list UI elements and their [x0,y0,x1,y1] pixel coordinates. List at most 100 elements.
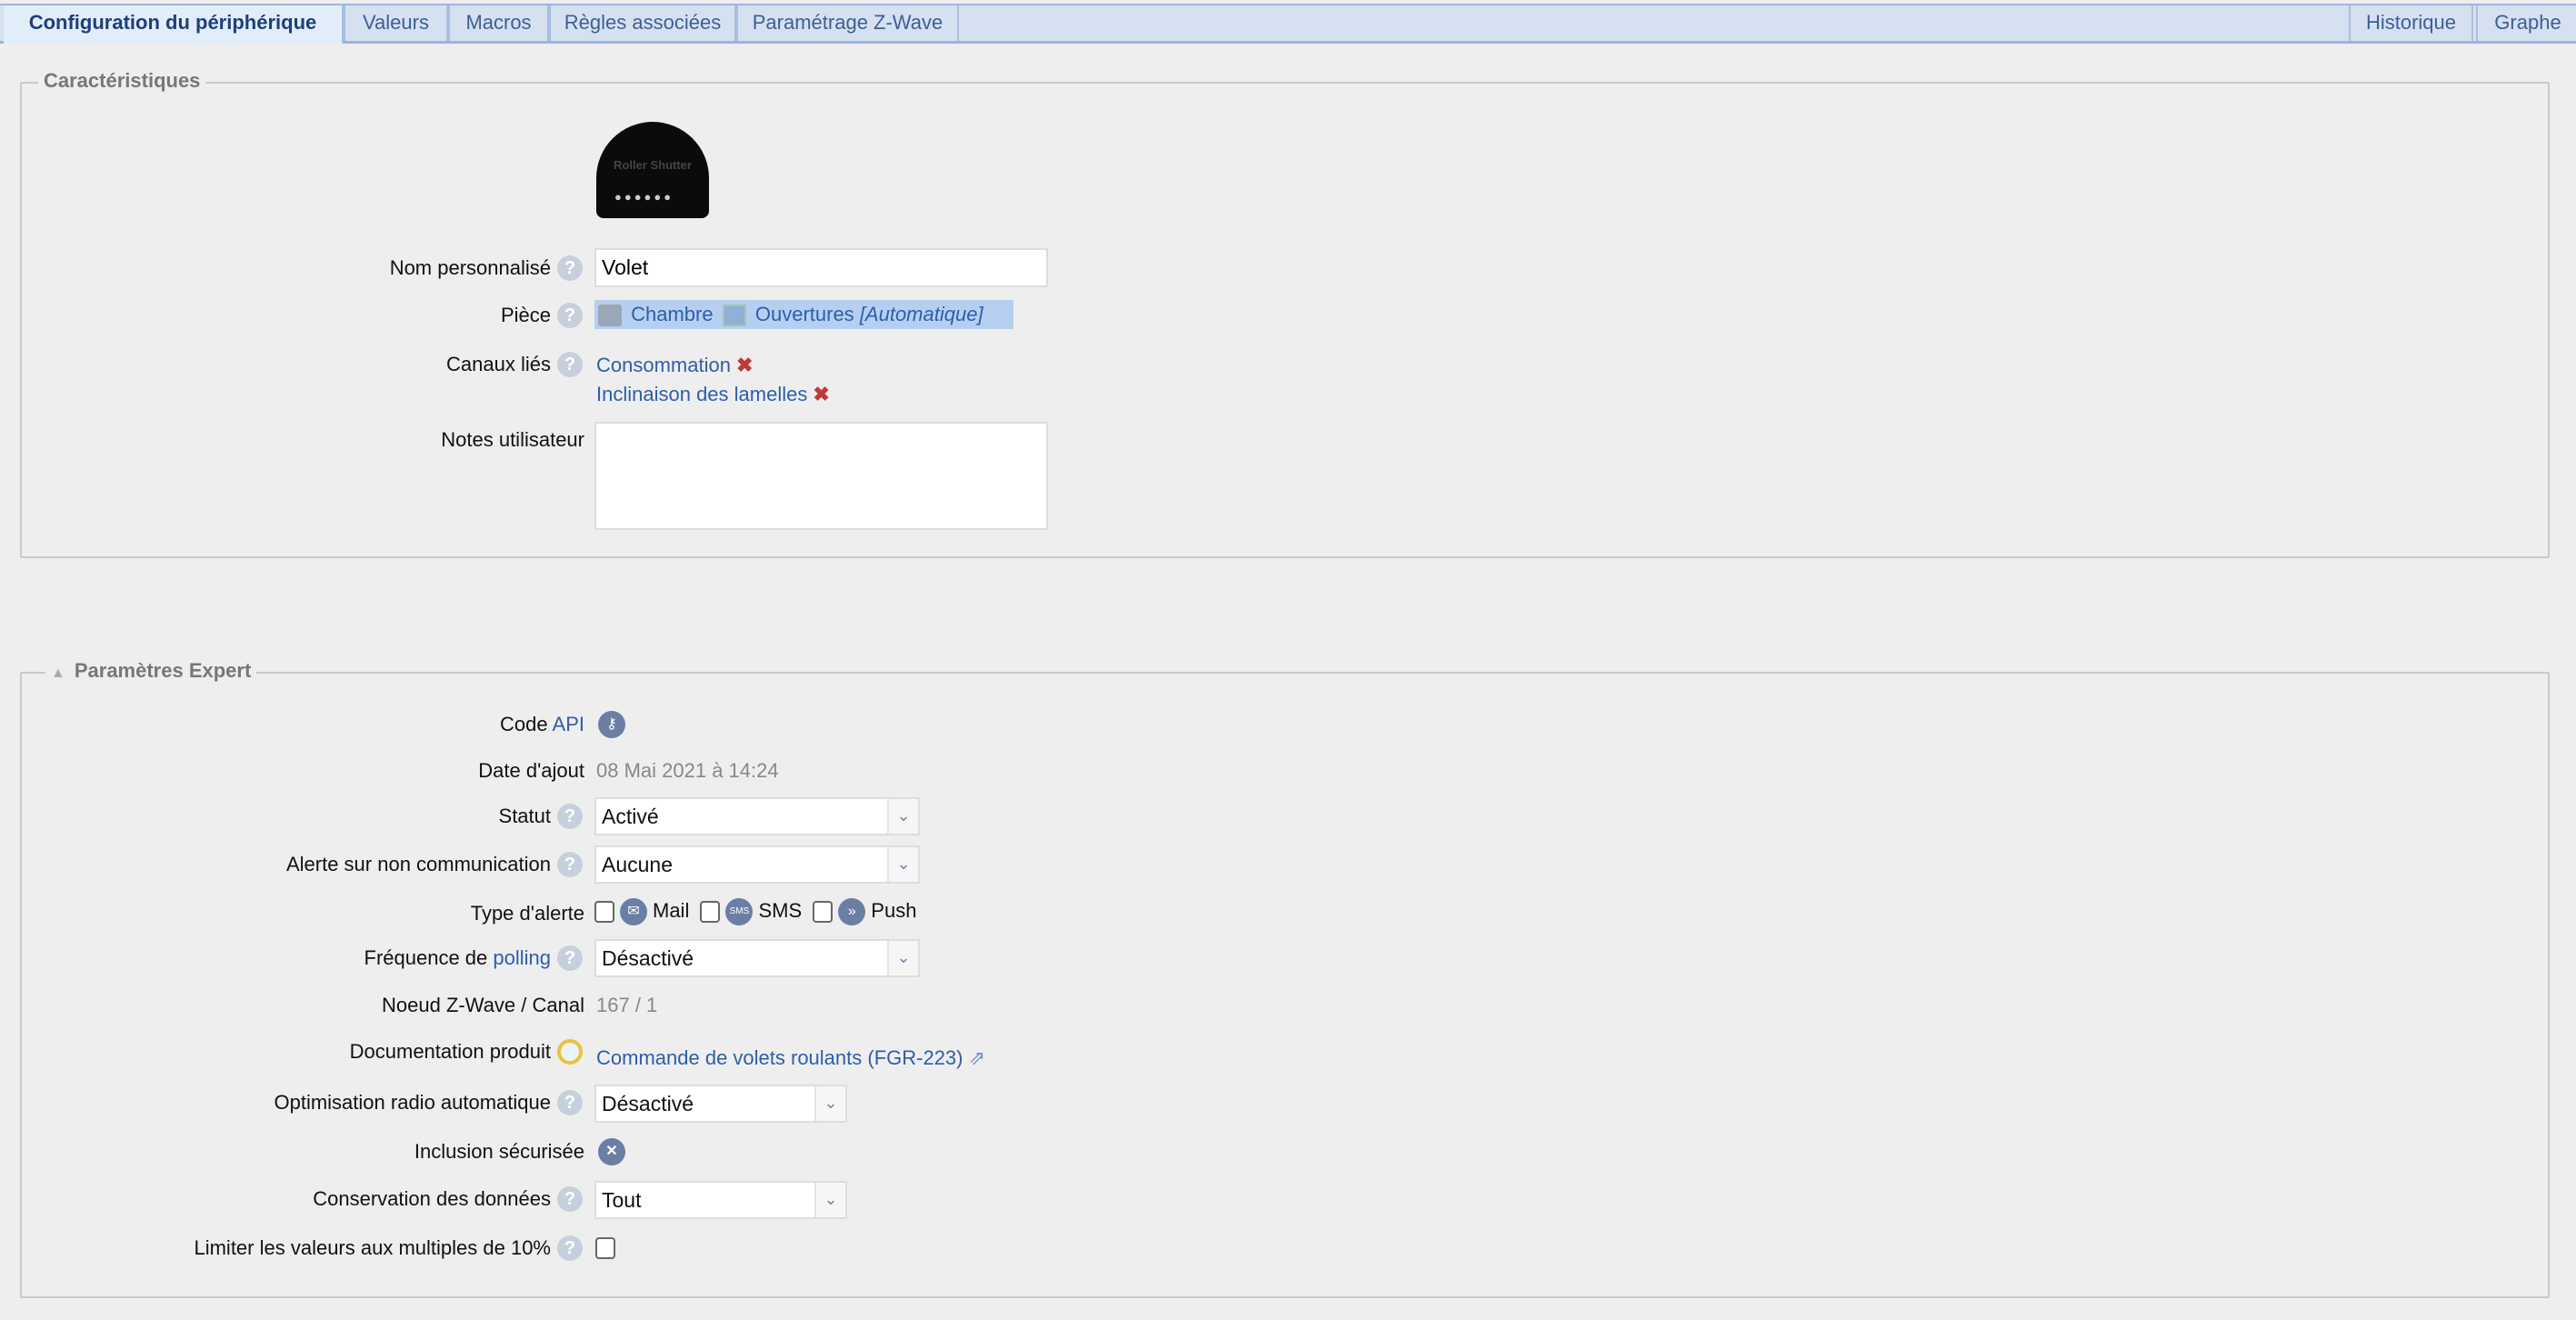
piece-value: Chambre Ouvertures [Automatique] [594,300,1013,329]
label-polling: Fréquence de polling [364,946,552,970]
tab-zwave[interactable]: Paramétrage Z-Wave [736,5,959,41]
row-date: Date d'ajout 08 Mai 2021 à 14:24 [0,755,1818,786]
canal-item: Inclinaison des lamelles ✖ [596,383,830,406]
unlink-icon[interactable]: ✖ [813,383,829,406]
chevron-down-icon: ⌄ [887,799,918,834]
external-link-icon[interactable]: ⇗ [969,1046,985,1069]
label-inclusion: Inclusion sécurisée [414,1140,584,1163]
tab-bar: Configuration du périphérique Valeurs Ma… [0,4,2576,44]
unlink-icon[interactable]: ✖ [736,354,753,377]
label-code: Code API [500,713,584,736]
row-limiter: Limiter les valeurs aux multiples de 10%… [0,1233,1818,1264]
push-icon: » [838,898,866,925]
label-code-text: Code [500,713,548,735]
legend-expert[interactable]: ▲ Paramètres Expert [45,659,257,683]
window-icon [722,305,746,327]
conservation-select[interactable]: Tout ⌄ [594,1181,847,1219]
alerte-select[interactable]: Aucune ⌄ [594,845,920,884]
label-notes: Notes utilisateur [441,428,584,451]
statut-select[interactable]: Activé ⌄ [594,797,920,835]
mail-icon: ✉ [620,898,647,925]
tab-valeurs[interactable]: Valeurs [344,5,448,41]
label-polling-text: Fréquence de [364,946,488,969]
chevron-down-icon: ⌄ [814,1086,845,1121]
optim-select[interactable]: Désactivé ⌄ [594,1085,847,1123]
label-piece: Pièce [500,304,551,326]
nom-input[interactable] [594,248,1048,287]
collapse-triangle-icon: ▲ [51,665,65,681]
tab-macros[interactable]: Macros [448,5,549,41]
row-inclusion: Inclusion sécurisée ✕ [0,1136,1818,1167]
sms-icon: SMS [725,898,754,925]
row-code: Code API ⚷ [0,709,1818,740]
label-conservation: Conservation des données [313,1187,551,1210]
noeud-value: 167 / 1 [596,994,658,1016]
label-statut: Statut [498,805,551,827]
tab-graphe[interactable]: Graphe [2476,5,2576,41]
label-alerte: Alerte sur non communication [285,853,551,875]
label-canaux: Canaux liés [446,353,551,375]
help-icon[interactable]: ? [557,1090,583,1115]
polling-select[interactable]: Désactivé ⌄ [594,939,920,977]
label-date: Date d'ajout [478,759,584,782]
room-link[interactable]: Chambre [631,303,713,325]
label-type: Type d'alerte [470,902,584,925]
mail-checkbox[interactable] [594,901,614,923]
category-link[interactable]: Ouvertures [755,303,854,325]
help-icon[interactable]: ? [557,255,583,281]
row-doc: Documentation produit Commande de volets… [0,1036,1818,1070]
row-noeud: Noeud Z-Wave / Canal 167 / 1 [0,990,1818,1021]
label-limiter: Limiter les valeurs aux multiples de 10% [194,1236,551,1259]
sms-label: SMS [758,898,803,922]
notes-textarea[interactable] [594,422,1048,530]
doc-link[interactable]: Commande de volets roulants (FGR-223) [596,1046,964,1069]
tab-historique[interactable]: Historique [2349,5,2473,41]
mail-label: Mail [653,898,690,922]
row-conservation: Conservation des données ? [0,1184,1818,1215]
statut-value: Activé [602,805,659,828]
legend-caracteristiques: Caractéristiques [38,69,206,93]
polling-value: Désactivé [602,946,694,970]
key-icon[interactable]: ⚷ [598,711,625,738]
help-icon[interactable]: ? [557,1235,583,1261]
label-doc: Documentation produit [349,1040,551,1063]
push-checkbox[interactable] [813,901,834,923]
help-icon[interactable]: ? [557,804,583,829]
push-label: Push [871,898,917,922]
doc-search-icon [557,1039,583,1065]
date-value: 08 Mai 2021 à 14:24 [596,759,779,782]
optim-value: Désactivé [602,1092,694,1115]
canal-link[interactable]: Inclinaison des lamelles [596,383,807,405]
device-image-label: Roller Shutter [614,158,692,172]
conservation-value: Tout [602,1188,642,1212]
help-icon[interactable]: ? [557,1186,583,1212]
doc-value: Commande de volets roulants (FGR-223) ⇗ [596,1046,985,1070]
row-type-alerte: Type d'alerte ✉ Mail SMS SMS » Push [0,898,1818,929]
tab-regles[interactable]: Règles associées [549,5,736,41]
canal-item: Consommation ✖ [596,354,753,377]
row-optim: Optimisation radio automatique ? [0,1087,1818,1118]
tab-configuration[interactable]: Configuration du périphérique [4,5,344,44]
sms-checkbox[interactable] [700,901,721,923]
piece-mode: [Automatique] [859,303,983,325]
type-options: ✉ Mail SMS SMS » Push [594,898,916,925]
legend-expert-label: Paramètres Expert [74,659,252,682]
limiter-checkbox[interactable] [595,1237,615,1259]
cross-icon: ✕ [598,1138,625,1165]
help-icon[interactable]: ? [557,945,583,971]
canal-link[interactable]: Consommation [596,354,731,376]
label-optim: Optimisation radio automatique [274,1091,552,1114]
help-icon[interactable]: ? [557,303,583,328]
label-noeud: Noeud Z-Wave / Canal [382,994,584,1016]
chevron-down-icon: ⌄ [887,847,918,882]
chevron-down-icon: ⌄ [814,1183,845,1217]
polling-link[interactable]: polling [493,946,551,969]
api-link[interactable]: API [553,713,584,735]
bed-icon [598,305,622,327]
alerte-value: Aucune [602,853,674,876]
label-nom: Nom personnalisé [389,256,551,279]
help-icon[interactable]: ? [557,352,583,377]
row-piece: Pièce ? Chambre Ouvertures [Automatique] [0,300,1818,331]
help-icon[interactable]: ? [557,852,583,877]
row-canaux: Canaux liés ? Consommation ✖ Inclinaison … [0,349,1818,405]
